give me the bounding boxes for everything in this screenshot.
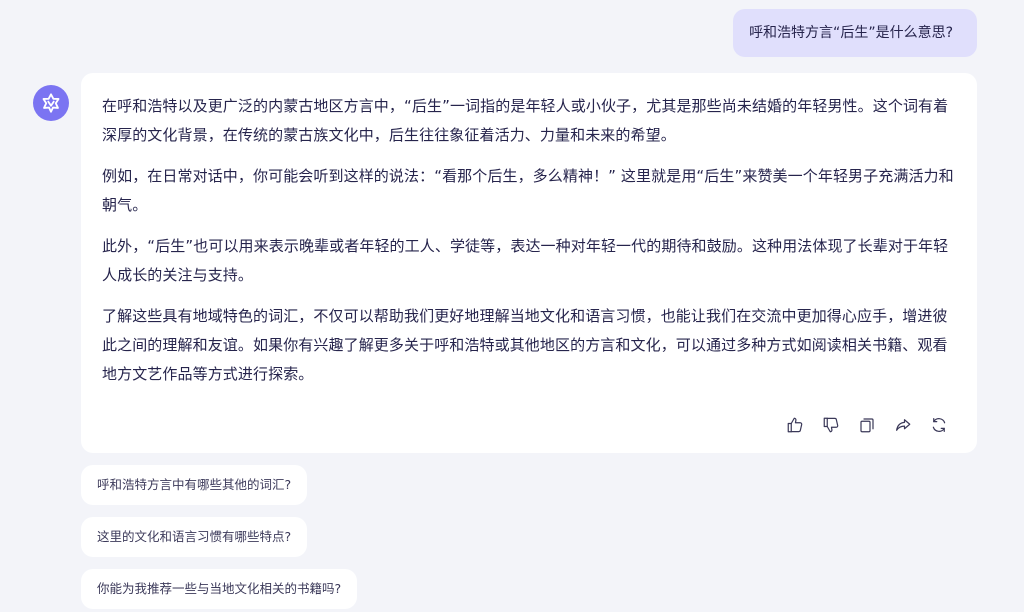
user-message-bubble: 呼和浩特方言“后生”是什么意思? bbox=[733, 9, 977, 57]
thumbs-down-icon bbox=[823, 417, 839, 433]
assistant-logo-icon bbox=[42, 93, 60, 113]
thumbs-up-icon bbox=[787, 417, 803, 433]
share-icon bbox=[896, 419, 911, 431]
answer-paragraph-3: 此外，“后生”也可以用来表示晚辈或者年轻的工人、学徒等，表达一种对年轻一代的期待… bbox=[102, 237, 949, 284]
share-button[interactable] bbox=[893, 415, 913, 435]
chat-page: 呼和浩特方言“后生”是什么意思? 在呼和浩特以及更广泛的内蒙古地区方言中，“后生… bbox=[0, 0, 1024, 612]
suggestion-chip-1[interactable]: 呼和浩特方言中有哪些其他的词汇? bbox=[81, 465, 308, 505]
regenerate-button[interactable] bbox=[929, 415, 949, 435]
assistant-answer-card: 在呼和浩特以及更广泛的内蒙古地区方言中，“后生”一词指的是年轻人或小伙子，尤其是… bbox=[81, 73, 977, 453]
answer-paragraph-1: 在呼和浩特以及更广泛的内蒙古地区方言中，“后生”一词指的是年轻人或小伙子，尤其是… bbox=[102, 97, 949, 144]
copy-button[interactable] bbox=[857, 415, 877, 435]
answer-actions bbox=[785, 415, 949, 435]
like-button[interactable] bbox=[785, 415, 805, 435]
copy-icon bbox=[860, 418, 874, 433]
suggestion-chip-2[interactable]: 这里的文化和语言习惯有哪些特点? bbox=[81, 517, 308, 557]
answer-paragraph-2: 例如，在日常对话中，你可能会听到这样的说法：“看那个后生，多么精神！” 这里就是… bbox=[102, 167, 954, 214]
answer-paragraph-4: 了解这些具有地域特色的词汇，不仅可以帮助我们更好地理解当地文化和语言习惯，也能让… bbox=[102, 307, 948, 383]
assistant-avatar bbox=[33, 85, 69, 121]
suggestion-chip-3[interactable]: 你能为我推荐一些与当地文化相关的书籍吗? bbox=[81, 569, 358, 609]
dislike-button[interactable] bbox=[821, 415, 841, 435]
regenerate-icon bbox=[932, 418, 946, 432]
